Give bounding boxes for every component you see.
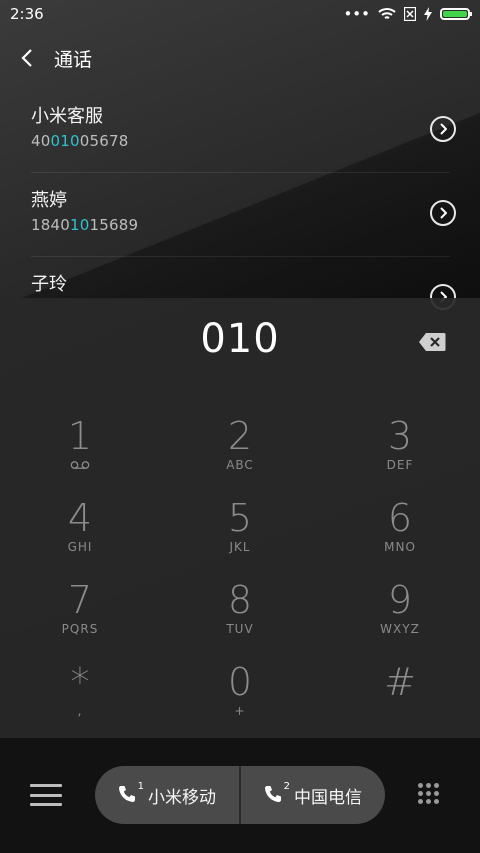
status-time: 2:36	[10, 5, 44, 23]
sim2-label: 中国电信	[294, 787, 362, 808]
key-digit: 7	[67, 578, 93, 622]
call-buttons: 1 小米移动 2 中国电信	[95, 766, 385, 824]
page-title: 通话	[54, 48, 93, 71]
key-digit: 4	[67, 496, 93, 540]
contact-name: 燕婷	[31, 190, 67, 211]
key-5[interactable]: 5 JKL	[160, 498, 320, 580]
chevron-left-icon	[21, 49, 32, 67]
key-2[interactable]: 2 ABC	[160, 416, 320, 498]
keypad-toggle-icon[interactable]	[418, 783, 440, 809]
contact-name: 子玲	[31, 274, 67, 295]
key-letters: TUV	[226, 622, 254, 636]
key-digit: 5	[227, 496, 253, 540]
key-1[interactable]: 1	[0, 416, 160, 498]
contact-detail-button[interactable]	[430, 116, 456, 142]
contact-name: 小米客服	[31, 106, 103, 127]
sim-index: 2	[283, 781, 290, 792]
contact-number: 4001005678	[31, 132, 450, 150]
key-9[interactable]: 9 WXYZ	[320, 580, 480, 662]
menu-icon[interactable]	[30, 784, 62, 806]
header: 通话	[0, 38, 480, 78]
key-digit: 8	[227, 578, 253, 622]
backspace-icon[interactable]	[418, 332, 446, 352]
key-letters: WXYZ	[380, 622, 420, 636]
chevron-right-icon	[440, 123, 447, 135]
key-3[interactable]: 3 DEF	[320, 416, 480, 498]
key-letters: JKL	[229, 540, 251, 554]
number-suffix: 15689	[89, 216, 139, 234]
key-digit: 3	[387, 414, 413, 458]
key-star[interactable]: * ,	[0, 662, 160, 744]
number-suffix: 05678	[79, 132, 129, 150]
key-letters: PQRS	[61, 622, 99, 636]
dialed-number[interactable]: 010	[0, 316, 480, 362]
key-digit: 0	[227, 660, 253, 704]
key-digit: *	[70, 660, 90, 704]
key-8[interactable]: 8 TUV	[160, 580, 320, 662]
key-letters: DEF	[386, 458, 414, 472]
key-hash[interactable]: #	[320, 662, 480, 744]
voicemail-icon	[70, 461, 90, 469]
key-letters: ,	[77, 704, 83, 718]
number-prefix: 1840	[31, 216, 70, 234]
chevron-right-icon	[440, 207, 447, 219]
status-icons: •••	[343, 5, 472, 23]
keypad: 1 2 ABC 3 DEF 4 GHI 5 JKL 6 MNO 7 PQRS 8…	[0, 416, 480, 744]
key-digit: 9	[387, 578, 413, 622]
status-bar: 2:36 •••	[0, 0, 480, 28]
key-digit: 1	[67, 414, 93, 458]
key-letters: MNO	[384, 540, 416, 554]
call-sim1-button[interactable]: 1 小米移动	[95, 766, 239, 824]
battery-icon	[440, 8, 472, 20]
dialpad-panel: 010 1 2 ABC 3 DEF 4 GHI 5 JKL 6 MNO 7 PQ…	[0, 298, 480, 738]
key-6[interactable]: 6 MNO	[320, 498, 480, 580]
key-letters: ABC	[226, 458, 254, 472]
contact-detail-button[interactable]	[430, 200, 456, 226]
wifi-icon	[378, 8, 396, 19]
phone-sim2-icon: 2	[264, 781, 290, 805]
contact-item[interactable]: 燕婷 18401015689	[0, 172, 480, 256]
charging-icon	[424, 7, 432, 21]
back-button[interactable]	[0, 38, 54, 78]
sim-index: 1	[137, 781, 144, 792]
number-match: 10	[69, 216, 90, 234]
key-7[interactable]: 7 PQRS	[0, 580, 160, 662]
number-match: 010	[50, 132, 80, 150]
call-sim2-button[interactable]: 2 中国电信	[241, 766, 385, 824]
more-dots-icon: •••	[343, 5, 370, 23]
sim1-label: 小米移动	[148, 787, 216, 808]
contact-item[interactable]: 小米客服 4001005678	[0, 88, 480, 172]
key-letters: +	[234, 704, 246, 718]
phone-sim1-icon: 1	[118, 781, 144, 805]
key-digit: 2	[227, 414, 253, 458]
key-digit: 6	[387, 496, 413, 540]
key-4[interactable]: 4 GHI	[0, 498, 160, 580]
key-0[interactable]: 0 +	[160, 662, 320, 744]
dialer-screen: 2:36 ••• 通话 小米客服 4001005678 燕婷 184010156…	[0, 0, 480, 853]
number-prefix: 40	[31, 132, 51, 150]
contact-number: 18401015689	[31, 216, 450, 234]
key-letters: GHI	[67, 540, 93, 554]
bottom-bar: 1 小米移动 2 中国电信	[0, 738, 480, 853]
no-sim-icon	[404, 7, 416, 21]
key-digit: #	[384, 660, 416, 704]
